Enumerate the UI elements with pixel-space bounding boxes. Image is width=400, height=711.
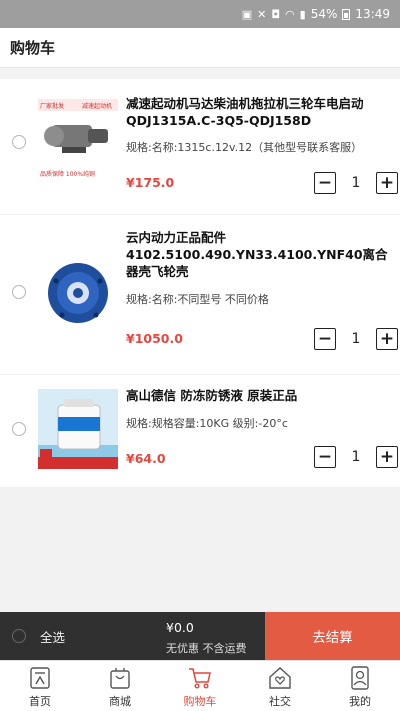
header: 购物车 [0,28,400,68]
battery-icon [342,8,351,20]
cart-item: 厂家批发 减速起动机 品质保障 100%纯铜 减速起动机马达柴油机拖拉机三轮车电… [0,79,400,215]
product-price: ¥1050.0 [126,331,183,346]
product-price: ¥64.0 [126,451,166,466]
tab-label: 购物车 [183,695,217,708]
notification-icon: ▣ [241,7,253,21]
quantity-stepper: − 1 + [314,172,398,194]
decrease-button[interactable]: − [314,172,336,194]
decrease-button[interactable]: − [314,328,336,350]
item-select-radio[interactable] [12,422,26,436]
cart-list: 厂家批发 减速起动机 品质保障 100%纯铜 减速起动机马达柴油机拖拉机三轮车电… [0,79,400,487]
decrease-button[interactable]: − [314,446,336,468]
product-thumbnail[interactable]: 厂家批发 减速起动机 品质保障 100%纯铜 [38,99,118,179]
home-icon [30,667,50,689]
quantity-value[interactable]: 1 [336,175,376,191]
nfc-icon: ◘ [271,7,281,21]
increase-button[interactable]: + [376,328,398,350]
shopping-bag-icon [110,668,130,689]
total-price: ¥0.0 [166,620,194,635]
thumb-text: 厂家批发 [40,102,64,110]
increase-button[interactable]: + [376,172,398,194]
house-heart-icon [269,667,291,689]
cart-icon [189,668,211,689]
product-thumbnail[interactable] [38,389,118,469]
cart-item: 高山德信 防冻防锈液 原装正品 规格:规格容量:10KG 级别:-20°c ¥6… [0,375,400,487]
quantity-value[interactable]: 1 [336,449,376,465]
tab-label: 首页 [29,695,51,708]
tab-home[interactable]: 首页 [0,661,80,711]
product-name[interactable]: 云内动力正品配件4102.5100.490.YN33.4100.YNF40离合器… [126,229,392,280]
product-spec: 规格:规格容量:10KG 级别:-20°c [126,417,288,430]
signal-icon: ▮ [299,7,306,21]
quantity-stepper: − 1 + [314,446,398,468]
tab-mall[interactable]: 商城 [80,661,160,711]
wifi-icon: ◠ [285,7,295,21]
bottom-tab-bar: 首页 商城 购物车 社交 我的 [0,660,400,711]
product-price: ¥175.0 [126,175,175,190]
product-name[interactable]: 减速起动机马达柴油机拖拉机三轮车电启动QDJ1315A.C-3Q5-QDJ158… [126,95,392,129]
checkout-summary: 全选 ¥0.0 无优惠 不含运费 [0,612,265,660]
product-name[interactable]: 高山德信 防冻防锈液 原装正品 [126,387,392,404]
page-title: 购物车 [10,39,56,57]
thumb-text: 品质保障 100%纯铜 [40,170,95,178]
product-thumbnail[interactable] [38,251,118,331]
thumb-text: 减速起动机 [82,102,112,110]
tab-label: 我的 [349,695,371,708]
clock: 13:49 [355,7,390,21]
item-select-radio[interactable] [12,135,26,149]
shipping-note: 无优惠 不含运费 [166,642,247,655]
checkout-bar: 全选 ¥0.0 无优惠 不含运费 去结算 [0,612,400,660]
battery-percent: 54% [310,7,338,21]
select-all-label[interactable]: 全选 [40,627,65,646]
tab-social[interactable]: 社交 [240,661,320,711]
status-bar: ▣ ✕ ◘ ◠ ▮ 54% 13:49 [0,0,400,28]
product-spec: 规格:名称:不同型号 不同价格 [126,293,269,306]
select-all-radio[interactable] [12,629,26,643]
quantity-stepper: − 1 + [314,328,398,350]
tab-mine[interactable]: 我的 [320,661,400,711]
cart-item: 云内动力正品配件4102.5100.490.YN33.4100.YNF40离合器… [0,215,400,375]
user-icon [351,666,369,690]
mute-icon: ✕ [257,7,267,21]
tab-label: 社交 [269,695,291,708]
quantity-value[interactable]: 1 [336,331,376,347]
tab-label: 商城 [109,695,131,708]
tab-cart[interactable]: 购物车 [160,661,240,711]
item-select-radio[interactable] [12,285,26,299]
increase-button[interactable]: + [376,446,398,468]
checkout-button[interactable]: 去结算 [265,612,400,660]
product-spec: 规格:名称:1315c.12v.12（其他型号联系客服） [126,141,363,154]
